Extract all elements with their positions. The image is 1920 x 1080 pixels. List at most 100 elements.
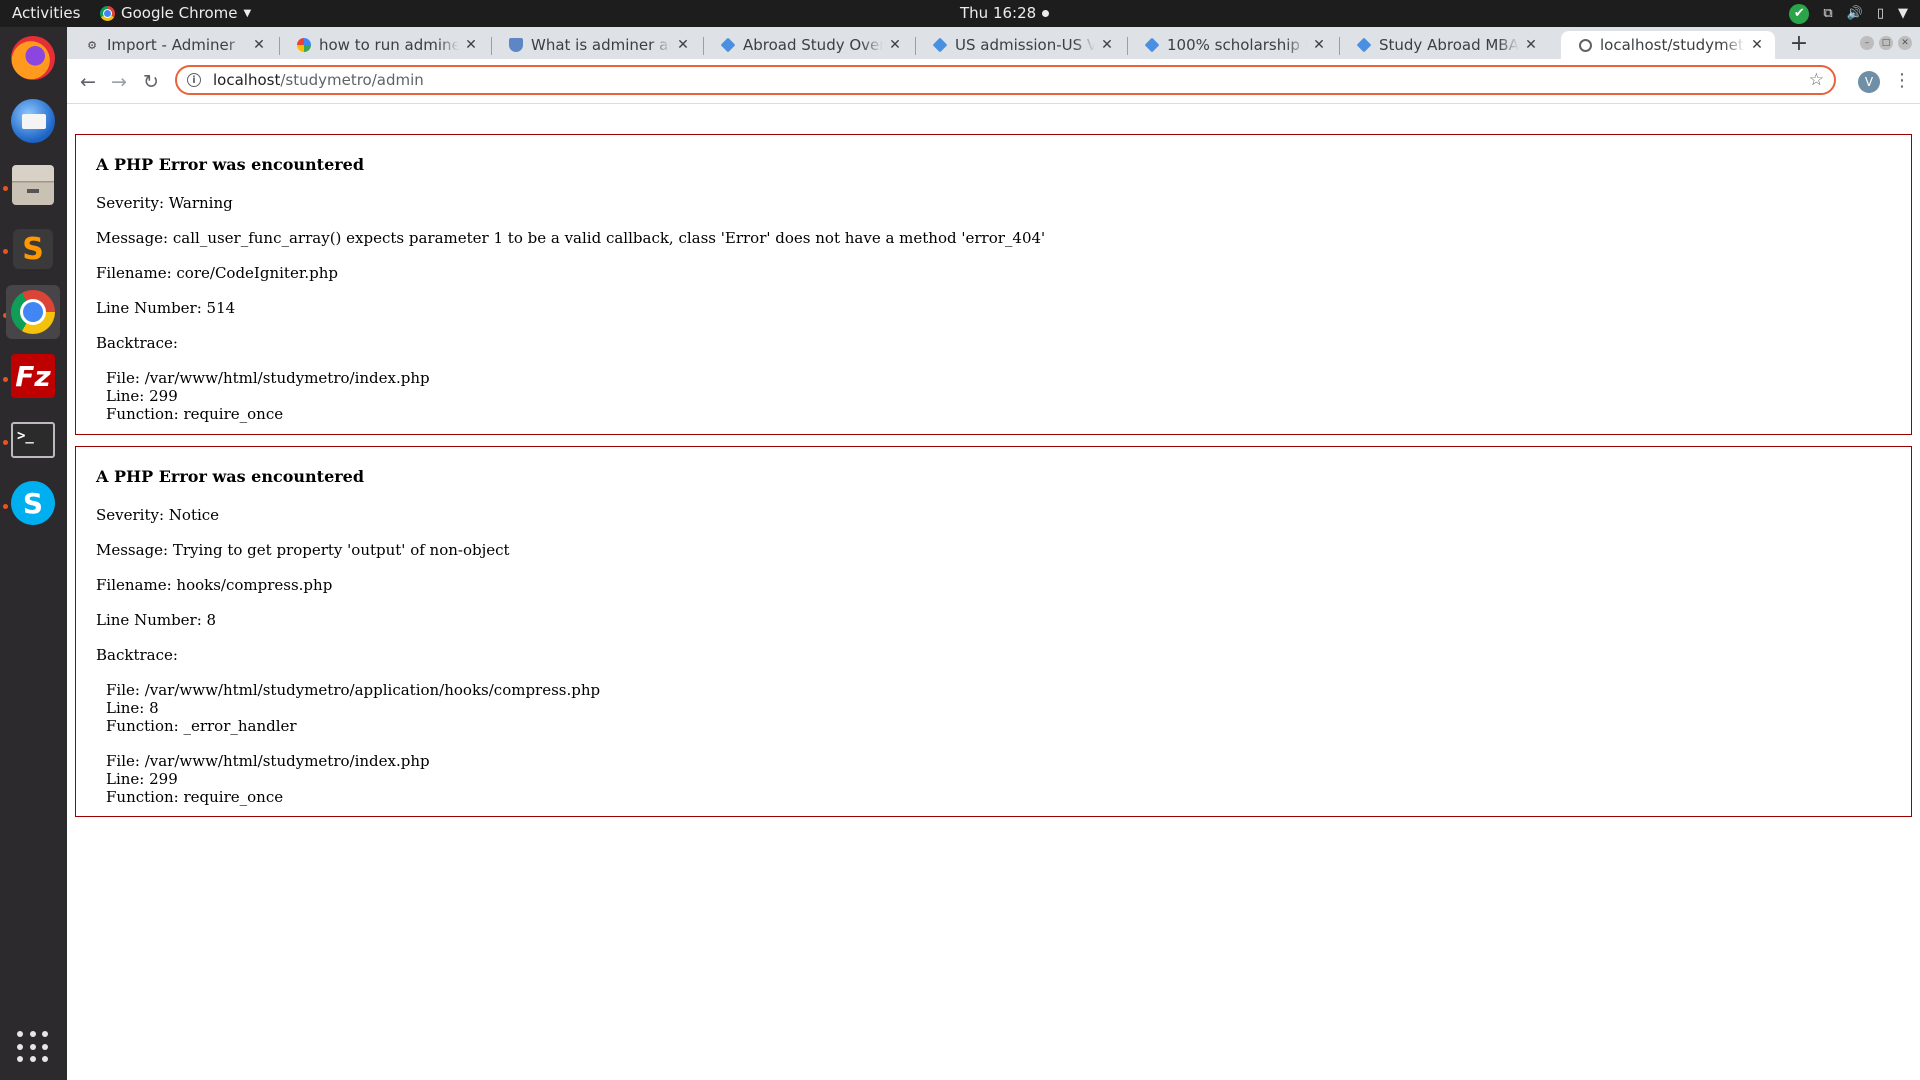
app-menu-label: Google Chrome	[121, 4, 238, 22]
tab-title: how to run adminer.sql	[319, 36, 459, 54]
arrow-left-icon: ←	[80, 71, 96, 93]
system-tray[interactable]: ✔ ⧉ 🔊 ▯ ▼	[1789, 2, 1908, 25]
forward-button[interactable]: →	[107, 70, 131, 94]
battery-icon[interactable]: ▯	[1877, 6, 1884, 21]
filezilla-icon: Fz	[11, 354, 55, 398]
dock-sublime-text[interactable]: S	[6, 222, 60, 276]
tab-import-adminer[interactable]: ⚙ Import - Adminer ✕	[67, 31, 277, 59]
back-button[interactable]: ←	[76, 70, 100, 94]
close-icon[interactable]: ✕	[251, 37, 267, 53]
show-applications-button[interactable]	[6, 1020, 60, 1074]
reload-button[interactable]: ↻	[139, 70, 163, 94]
reload-icon: ↻	[143, 71, 159, 93]
tab-what-is-adminer[interactable]: What is adminer and how ✕	[491, 31, 701, 59]
dock-files[interactable]	[6, 158, 60, 212]
globe-icon	[1579, 38, 1592, 52]
menu-icon[interactable]: ⋮	[1893, 69, 1911, 93]
close-icon[interactable]: ✕	[1311, 37, 1327, 53]
error-heading: A PHP Error was encountered	[96, 155, 365, 174]
network-icon[interactable]: ⧉	[1823, 6, 1832, 21]
close-icon[interactable]: ✕	[463, 37, 479, 53]
gnome-top-bar: Activities Google Chrome ▼ Thu 16:28 ✔ ⧉…	[0, 0, 1920, 27]
clock[interactable]: Thu 16:28	[960, 4, 1050, 22]
address-bar[interactable]: i localhost/studymetro/admin ☆	[175, 65, 1836, 95]
tab-abroad-study[interactable]: Abroad Study Overseas ✕	[703, 31, 913, 59]
error-backtrace-label: Backtrace:	[96, 334, 178, 352]
firefox-icon	[11, 36, 55, 80]
close-icon[interactable]: ✕	[1099, 37, 1115, 53]
tab-strip: ⚙ Import - Adminer ✕ how to run adminer.…	[67, 27, 1920, 59]
chevron-down-icon: ▼	[243, 7, 252, 19]
shield-icon	[509, 38, 523, 52]
profile-avatar[interactable]: V	[1858, 71, 1880, 93]
close-icon[interactable]: ✕	[675, 37, 691, 53]
tab-how-to-run-adminer[interactable]: how to run adminer.sql ✕	[279, 31, 489, 59]
backtrace-file: File: /var/www/html/studymetro/index.php	[106, 752, 430, 770]
close-icon[interactable]: ✕	[1749, 37, 1765, 53]
tab-title: 100% scholarship Europe	[1167, 36, 1307, 54]
files-icon	[12, 165, 54, 205]
backtrace-function: Function: _error_handler	[106, 717, 297, 735]
cube-icon	[1356, 37, 1372, 53]
app-menu[interactable]: Google Chrome ▼	[100, 4, 251, 22]
php-error-box: A PHP Error was encountered Severity: Wa…	[75, 134, 1912, 435]
tab-study-abroad-mba[interactable]: Study Abroad MBA Universities ✕	[1339, 31, 1549, 59]
close-icon[interactable]: ✕	[1523, 37, 1539, 53]
tab-title: Study Abroad MBA Universities	[1379, 36, 1519, 54]
clock-label: Thu 16:28	[960, 4, 1037, 22]
check-icon[interactable]: ✔	[1789, 3, 1810, 24]
browser-toolbar: ← → ↻ i localhost/studymetro/admin ☆ V ⋮	[67, 59, 1920, 104]
chevron-down-icon[interactable]: ▼	[1898, 6, 1908, 21]
close-icon[interactable]: ✕	[887, 37, 903, 53]
backtrace-line: Line: 299	[106, 387, 178, 405]
tab-localhost-admin[interactable]: localhost/studymetro/admin ✕	[1561, 31, 1775, 59]
error-severity: Severity: Notice	[96, 506, 220, 524]
error-line-number: Line Number: 514	[96, 299, 236, 317]
google-icon	[297, 38, 311, 52]
backtrace-function: Function: require_once	[106, 788, 284, 806]
star-icon[interactable]: ☆	[1809, 70, 1824, 90]
close-window-icon[interactable]: ✕	[1898, 36, 1912, 50]
notification-dot-icon	[1042, 9, 1050, 17]
activities-button[interactable]: Activities	[12, 4, 80, 22]
error-backtrace-label: Backtrace:	[96, 646, 178, 664]
show-applications-icon	[17, 1031, 49, 1063]
tab-scholarship-europe[interactable]: 100% scholarship Europe ✕	[1127, 31, 1337, 59]
info-icon[interactable]: i	[187, 73, 201, 87]
dock-skype[interactable]: S	[6, 476, 60, 530]
error-filename: Filename: core/CodeIgniter.php	[96, 264, 338, 282]
error-severity: Severity: Warning	[96, 194, 233, 212]
terminal-icon: >_	[11, 422, 55, 458]
tab-title: localhost/studymetro/admin	[1600, 36, 1745, 54]
minimize-icon[interactable]: –	[1860, 36, 1874, 50]
backtrace-entry: File: /var/www/html/studymetro/index.php…	[106, 369, 1891, 423]
ubuntu-dock: S Fz >_ S	[0, 27, 67, 1080]
dock-chrome[interactable]	[6, 285, 60, 339]
error-line-number: Line Number: 8	[96, 611, 217, 629]
dock-filezilla[interactable]: Fz	[6, 349, 60, 403]
volume-icon[interactable]: 🔊	[1847, 6, 1863, 21]
backtrace-entry: File: /var/www/html/studymetro/applicati…	[106, 681, 1891, 735]
error-heading: A PHP Error was encountered	[96, 467, 365, 486]
tab-us-admission[interactable]: US admission-US Visa ✕	[915, 31, 1125, 59]
error-message: Message: Trying to get property 'output'…	[96, 541, 510, 559]
backtrace-line: Line: 299	[106, 770, 178, 788]
error-message: Message: call_user_func_array() expects …	[96, 229, 1046, 247]
dock-thunderbird[interactable]	[6, 94, 60, 148]
tab-title: US admission-US Visa	[955, 36, 1095, 54]
php-error-box: A PHP Error was encountered Severity: No…	[75, 446, 1912, 817]
page-content: A PHP Error was encountered Severity: Wa…	[67, 105, 1920, 1080]
dock-firefox[interactable]	[6, 31, 60, 85]
adminer-icon: ⚙	[87, 38, 97, 52]
backtrace-file: File: /var/www/html/studymetro/index.php	[106, 369, 430, 387]
cube-icon	[720, 37, 736, 53]
cube-icon	[932, 37, 948, 53]
arrow-right-icon: →	[111, 71, 127, 93]
cube-icon	[1144, 37, 1160, 53]
url-text[interactable]: localhost/studymetro/admin	[213, 71, 424, 89]
sublime-text-icon: S	[13, 229, 53, 269]
new-tab-button[interactable]: +	[1787, 33, 1811, 57]
chrome-window: ⚙ Import - Adminer ✕ how to run adminer.…	[67, 27, 1920, 1080]
dock-terminal[interactable]: >_	[6, 413, 60, 467]
maximize-icon[interactable]: □	[1879, 36, 1893, 50]
